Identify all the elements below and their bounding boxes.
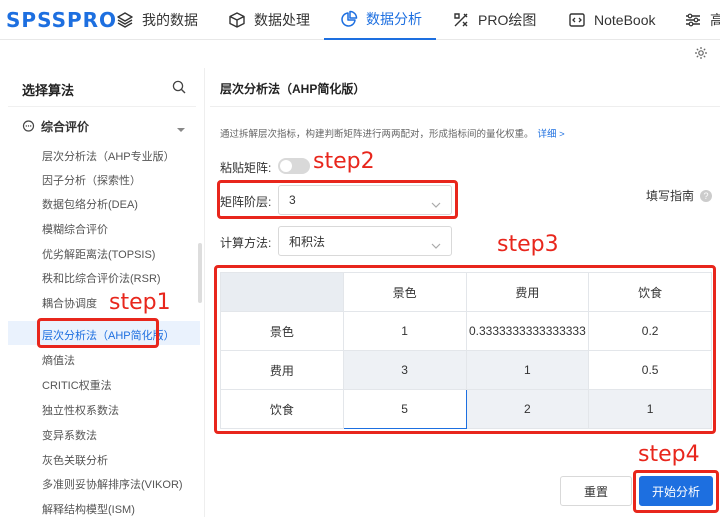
calc-method-value: 和积法 [289,234,326,249]
algorithm-sidebar: 选择算法 综合评价 层次分析法（AHP专业版） 因子分析（探索性） 数据包络分析… [0,68,205,517]
paste-matrix-label: 粘贴矩阵: [220,161,272,175]
layers-icon [116,11,134,29]
code-icon [568,11,586,29]
sidebar-group-comprehensive-evaluation[interactable]: 综合评价 [22,118,89,135]
nav-data-processing[interactable]: 数据处理 [228,0,310,40]
chat-bubble-icon [22,120,35,133]
cube-icon [228,11,246,29]
sidebar-item-ahp-pro[interactable]: 层次分析法（AHP专业版） [42,148,175,164]
reset-button[interactable]: 重置 [560,476,632,506]
calc-method-label: 计算方法: [220,236,272,250]
sidebar-scrollbar[interactable] [198,243,202,303]
nav-data-analysis[interactable]: 数据分析 [324,0,436,40]
nav-label: 数据分析 [366,11,422,27]
sidebar-item-entropy[interactable]: 熵值法 [42,352,75,368]
nav-advanced[interactable]: 高 [684,0,720,40]
nav-pro-drawing[interactable]: PRO绘图 [452,0,536,40]
sliders-icon [684,11,702,29]
nav-label: 我的数据 [142,12,198,28]
sidebar-item-ism[interactable]: 解释结构模型(ISM) [42,501,135,517]
annotation-box-step2 [217,180,458,219]
sidebar-item-rsr[interactable]: 秩和比综合评价法(RSR) [42,270,161,286]
annotation-step3: step3 [497,232,559,257]
nav-label: 数据处理 [254,12,310,28]
settings-gear-icon[interactable] [694,46,708,60]
search-icon[interactable] [172,80,186,94]
annotation-box-step3 [214,265,716,434]
sidebar-group-label: 综合评价 [41,120,90,134]
annotation-step1: step1 [109,290,171,315]
top-nav-bar: SPSSPRO 我的数据 数据处理 数据分析 PRO绘图 NoteBook 高 [0,0,720,40]
title-divider [210,106,720,107]
sidebar-item-vikor[interactable]: 多准则妥协解排序法(VIKOR) [42,476,183,492]
annotation-box-step4 [633,470,719,513]
sidebar-item-dea[interactable]: 数据包络分析(DEA) [42,196,138,212]
draw-tools-icon [452,11,470,29]
sidebar-item-topsis[interactable]: 优劣解距离法(TOPSIS) [42,246,155,262]
chevron-down-icon [431,238,441,249]
annotation-step4: step4 [638,442,700,467]
nav-notebook[interactable]: NoteBook [568,0,655,40]
description-text: 通过拆解层次指标，构建判断矩阵进行两两配对，形成指标间的量化权重。 [220,129,534,140]
sidebar-title: 选择算法 [22,83,75,98]
calc-method-select[interactable]: 和积法 [278,226,452,256]
chevron-down-icon[interactable] [177,121,185,132]
annotation-box-step1 [37,318,159,348]
page-title: 层次分析法（AHP简化版） [220,82,366,96]
pie-chart-icon [340,10,358,28]
paste-matrix-toggle[interactable] [278,158,310,174]
sidebar-item-coupling-coordination[interactable]: 耦合协调度 [42,295,97,311]
nav-label: PRO绘图 [478,12,537,28]
fill-guide-label: 填写指南 [646,189,695,203]
sidebar-item-critic[interactable]: CRITIC权重法 [42,377,112,393]
toggle-knob [280,160,292,172]
app-logo[interactable]: SPSSPRO [6,8,117,32]
help-icon: ? [700,189,713,202]
details-link[interactable]: 详细 > [538,129,565,140]
nav-label: NoteBook [594,12,656,28]
sidebar-item-independence-weight[interactable]: 独立性权系数法 [42,402,119,418]
sidebar-item-factor-analysis[interactable]: 因子分析（探索性） [42,172,141,188]
sidebar-divider [8,106,196,107]
annotation-step2: step2 [313,149,375,174]
sidebar-item-variation-coefficient[interactable]: 变异系数法 [42,427,97,443]
nav-my-data[interactable]: 我的数据 [116,0,198,40]
fill-guide[interactable]: 填写指南 ? [646,187,713,204]
sidebar-item-fuzzy-evaluation[interactable]: 模糊综合评价 [42,221,108,237]
sidebar-item-grey-relational[interactable]: 灰色关联分析 [42,452,108,468]
method-description: 通过拆解层次指标，构建判断矩阵进行两两配对，形成指标间的量化权重。 详细 > [220,126,565,140]
nav-label: 高 [710,12,720,28]
